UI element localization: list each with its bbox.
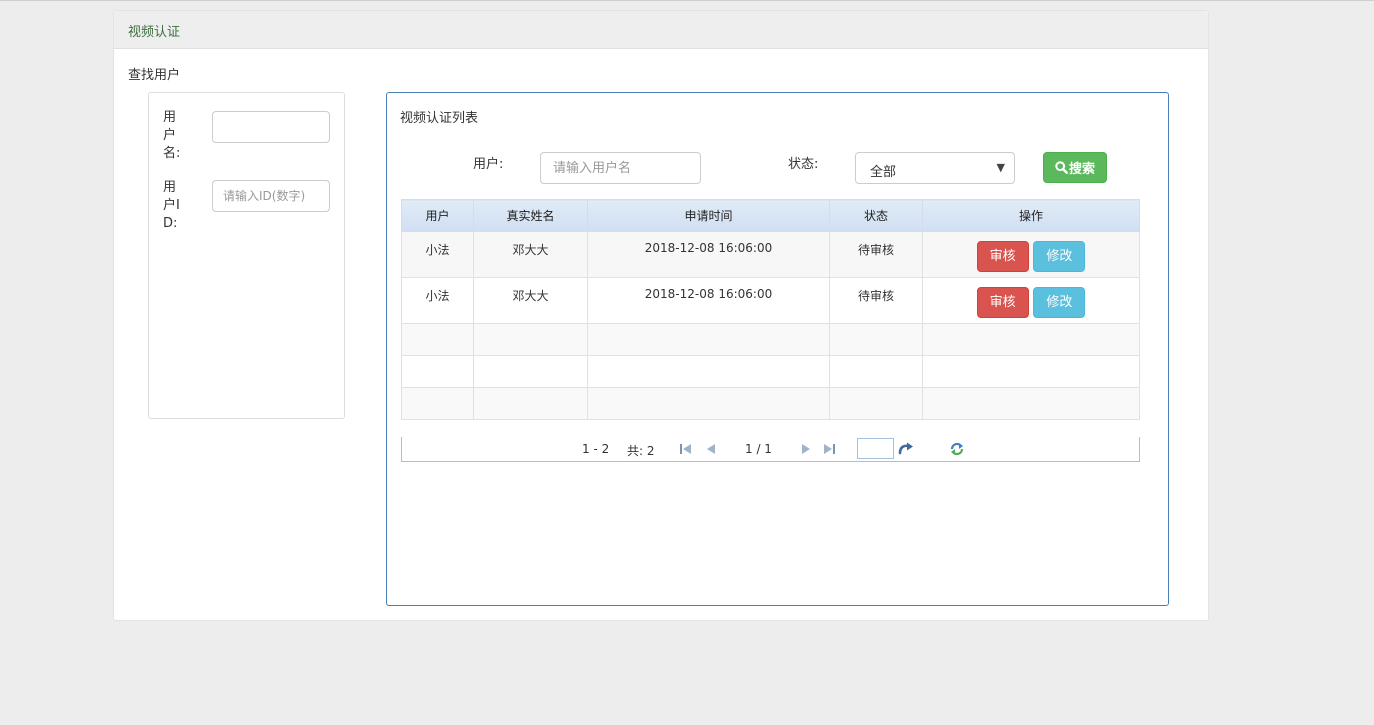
status-select[interactable]: 全部 ▼ xyxy=(855,152,1015,184)
cell-apply-time: 2018-12-08 16:06:00 xyxy=(587,277,830,324)
username-label: 用户名: xyxy=(163,110,181,161)
empty-row xyxy=(401,387,1140,420)
cell-apply-time: 2018-12-08 16:06:00 xyxy=(587,231,830,278)
column-header-actions[interactable]: 操作 xyxy=(922,199,1140,232)
column-header-apply-time[interactable]: 申请时间 xyxy=(587,199,830,232)
video-auth-list: 视频认证列表 用户: 状态: 全部 ▼ 搜索 用户 真实姓名 申请时间 状态 操… xyxy=(386,92,1169,606)
search-icon xyxy=(1055,161,1068,174)
cell-user: 小法 xyxy=(401,277,474,324)
video-auth-table: 用户 真实姓名 申请时间 状态 操作 小法 邓大大 2018-12-08 16:… xyxy=(401,199,1140,420)
next-page-icon[interactable] xyxy=(797,441,813,457)
cell-actions: 审核 修改 xyxy=(922,231,1140,278)
edit-button[interactable]: 修改 xyxy=(1033,287,1086,318)
page-jump-input[interactable] xyxy=(857,438,894,459)
panel-title: 视频认证 xyxy=(114,11,1208,49)
find-user-label: 查找用户 xyxy=(128,68,181,83)
chevron-down-icon: ▼ xyxy=(996,161,1005,174)
userid-label: 用户ID: xyxy=(163,180,180,231)
column-header-status[interactable]: 状态 xyxy=(829,199,923,232)
last-page-icon[interactable] xyxy=(821,441,837,457)
video-auth-panel: 视频认证 查找用户 用户名: 用户ID: 视频认证列表 用户: 状态: 全部 ▼… xyxy=(113,10,1209,621)
cell-real-name: 邓大大 xyxy=(473,277,588,324)
search-button-label: 搜索 xyxy=(1068,162,1095,177)
status-selected-value: 全部 xyxy=(870,165,897,180)
cell-real-name: 邓大大 xyxy=(473,231,588,278)
empty-row xyxy=(401,323,1140,356)
user-search-input[interactable] xyxy=(540,152,701,184)
table-row[interactable]: 小法 邓大大 2018-12-08 16:06:00 待审核 审核 修改 xyxy=(401,231,1140,278)
refresh-icon[interactable] xyxy=(949,441,965,457)
pager-total: 共: 2 xyxy=(627,444,655,458)
go-arrow-icon[interactable] xyxy=(898,441,914,457)
pager: 1 - 2 共: 2 1 / 1 xyxy=(401,437,1140,462)
username-input[interactable] xyxy=(212,111,330,143)
find-user-form: 用户名: 用户ID: xyxy=(148,92,345,419)
top-border xyxy=(0,0,1374,1)
status-filter-label: 状态: xyxy=(788,157,819,172)
column-header-user[interactable]: 用户 xyxy=(401,199,474,232)
cell-status: 待审核 xyxy=(829,277,923,324)
cell-user: 小法 xyxy=(401,231,474,278)
cell-actions: 审核 修改 xyxy=(922,277,1140,324)
review-button[interactable]: 审核 xyxy=(976,287,1029,318)
search-button[interactable]: 搜索 xyxy=(1043,152,1107,183)
edit-button[interactable]: 修改 xyxy=(1033,241,1086,272)
userid-input[interactable] xyxy=(212,180,330,212)
pager-range: 1 - 2 xyxy=(582,442,610,456)
table-row[interactable]: 小法 邓大大 2018-12-08 16:06:00 待审核 审核 修改 xyxy=(401,277,1140,324)
pager-page-indicator: 1 / 1 xyxy=(745,442,772,456)
review-button[interactable]: 审核 xyxy=(976,241,1029,272)
cell-status: 待审核 xyxy=(829,231,923,278)
prev-page-icon[interactable] xyxy=(704,441,720,457)
user-filter-label: 用户: xyxy=(473,157,504,172)
empty-row xyxy=(401,355,1140,388)
list-title: 视频认证列表 xyxy=(400,111,479,126)
first-page-icon[interactable] xyxy=(678,441,694,457)
column-header-real-name[interactable]: 真实姓名 xyxy=(473,199,588,232)
